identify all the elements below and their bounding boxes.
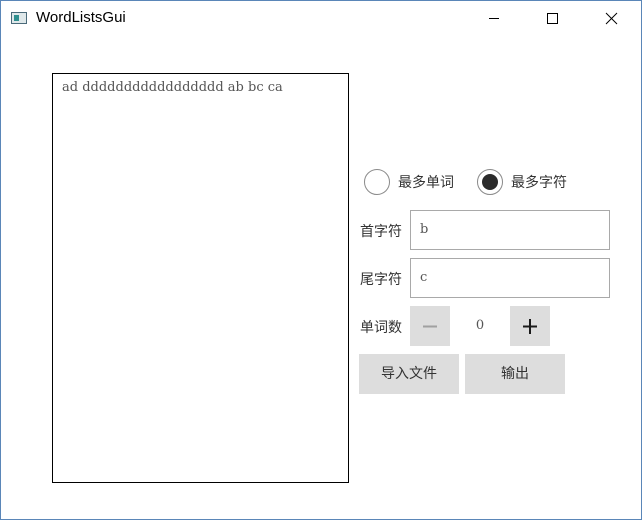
minimize-button[interactable]	[471, 1, 517, 35]
maximize-icon	[547, 13, 558, 24]
plus-icon	[523, 319, 537, 334]
window-title: WordListsGui	[36, 9, 126, 26]
export-button[interactable]: 输出	[465, 354, 565, 394]
radio-most-chars-circle[interactable]	[477, 169, 503, 195]
radio-most-chars[interactable]: 最多字符	[477, 167, 567, 197]
radio-most-words-label: 最多单词	[398, 175, 454, 191]
close-button[interactable]	[588, 1, 634, 35]
app-icon-accent	[14, 15, 19, 21]
word-count-decrement-button[interactable]	[410, 306, 450, 346]
radio-most-chars-label: 最多字符	[511, 175, 567, 191]
word-count-increment-button[interactable]	[510, 306, 550, 346]
import-file-button[interactable]: 导入文件	[359, 354, 459, 394]
minimize-icon	[489, 18, 499, 19]
title-bar[interactable]: WordListsGui	[1, 1, 641, 35]
word-count-label: 单词数	[360, 320, 402, 336]
close-icon	[605, 12, 618, 25]
minus-icon	[423, 325, 437, 328]
first-char-label: 首字符	[360, 224, 402, 240]
first-char-input[interactable]: b	[410, 210, 610, 250]
maximize-button[interactable]	[529, 1, 575, 35]
word-list-textarea[interactable]: ad ddddddddddddddddd ab bc ca	[52, 73, 349, 483]
last-char-input[interactable]: c	[410, 258, 610, 298]
word-count-value[interactable]: 0	[450, 306, 510, 346]
app-window: WordListsGui ad ddddddddddddddddd ab bc …	[0, 0, 642, 520]
app-window-icon	[11, 12, 27, 24]
radio-most-words[interactable]: 最多单词	[364, 167, 454, 197]
radio-most-words-circle[interactable]	[364, 169, 390, 195]
last-char-label: 尾字符	[360, 272, 402, 288]
